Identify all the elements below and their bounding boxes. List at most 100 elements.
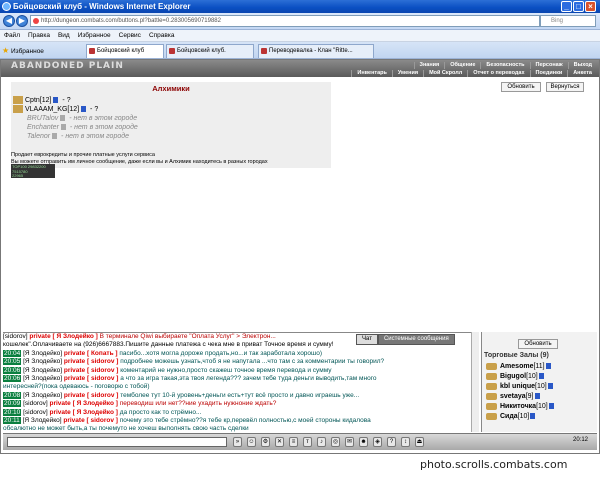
chat-sender[interactable]: [Я Злодейко] xyxy=(23,375,62,382)
menu-security[interactable]: Безопасность xyxy=(480,62,529,69)
close-button[interactable]: × xyxy=(585,1,596,12)
chat-input[interactable] xyxy=(7,437,227,447)
alchemist-row[interactable]: Enchanter - нет в этом городе xyxy=(13,123,138,132)
favorites-button[interactable]: ★ Избранное xyxy=(2,45,44,57)
alchemist-row[interactable]: Talenor - нет в этом городе xyxy=(13,132,129,141)
menu-bar: Файл Правка Вид Избранное Сервис Справка xyxy=(0,30,600,42)
tab-system-messages[interactable]: Системные сообщения xyxy=(377,334,455,345)
chat-sender[interactable]: [Я Злодейко] xyxy=(23,367,62,374)
chat-sender[interactable]: [Я Злодейко] xyxy=(23,392,62,399)
return-button[interactable]: Вернуться xyxy=(546,82,584,92)
chat-sender[interactable]: [sidorov] xyxy=(23,400,48,407)
chat-line: 20:05 [Я Злодейко] private [ sidorov ] п… xyxy=(3,358,473,366)
menu-file[interactable]: Файл xyxy=(0,30,24,42)
menu-tools[interactable]: Сервис xyxy=(115,30,145,42)
menu-exit[interactable]: Выход xyxy=(567,62,597,69)
user-list-item[interactable]: Сида[10] xyxy=(486,412,536,421)
filter-icon[interactable]: ≡ xyxy=(289,437,298,447)
translit-icon[interactable]: т xyxy=(303,437,312,447)
info-icon[interactable] xyxy=(60,115,66,122)
forward-nav-button[interactable]: ▶ xyxy=(16,15,28,27)
friends-icon[interactable]: ☻ xyxy=(359,437,368,447)
info-icon[interactable] xyxy=(545,363,551,370)
info-icon[interactable] xyxy=(53,97,59,104)
menu-knowledge[interactable]: Знания xyxy=(413,62,445,69)
info-icon[interactable] xyxy=(60,124,66,131)
menu-profile[interactable]: Анкета xyxy=(567,70,597,77)
user-list-item[interactable]: svetaya[9] xyxy=(486,392,540,401)
chat-sender[interactable]: [sidorov] xyxy=(23,409,48,416)
chat-sender[interactable]: [Я Злодейко] xyxy=(23,417,62,424)
clear-icon[interactable]: ✕ xyxy=(275,437,284,447)
refresh-button[interactable]: Обновить xyxy=(501,82,541,92)
chat-private-target[interactable]: private [ Я Злодейко ] xyxy=(49,409,117,416)
alchemist-badge-icon xyxy=(13,105,23,114)
menu-favorites[interactable]: Избранное xyxy=(74,30,115,42)
sound-icon[interactable]: ♪ xyxy=(317,437,326,447)
alchemist-name: Cptn xyxy=(25,97,40,104)
chat-scrollbar[interactable] xyxy=(471,332,479,432)
chat-private-target[interactable]: private [ Я Злодейко ] xyxy=(29,333,97,340)
menu-inventory[interactable]: Инвентарь xyxy=(351,70,391,77)
alchemist-row[interactable]: BRUTalov - нет в этом городе xyxy=(13,114,137,123)
rooms-refresh-button[interactable]: Обновить xyxy=(518,339,558,349)
chat-sender[interactable]: [Я Злодейко] xyxy=(23,350,62,357)
user-list-item[interactable]: Никиточка[10] xyxy=(486,402,554,411)
menu-edit[interactable]: Правка xyxy=(24,30,54,42)
back-nav-button[interactable]: ◀ xyxy=(3,15,15,27)
user-list-item[interactable]: Amesome[11] xyxy=(486,362,551,371)
smile-icon[interactable]: ☺ xyxy=(247,437,256,447)
menu-help[interactable]: Справка xyxy=(145,30,179,42)
tab-3[interactable]: Переводевалка - Клан "Ritte... xyxy=(258,44,374,58)
settings-icon[interactable]: ⚙ xyxy=(261,437,270,447)
mail-icon[interactable]: ✉ xyxy=(345,437,354,447)
info-icon[interactable] xyxy=(547,383,553,390)
info-icon[interactable] xyxy=(530,413,536,420)
tab-2[interactable]: Бойцовский клуб. xyxy=(166,44,254,58)
scroll-icon[interactable]: ↕ xyxy=(401,437,410,447)
chat-private-target[interactable]: private [ sidorov ] xyxy=(64,375,119,382)
alchemist-row[interactable]: Cptn[12] - ? xyxy=(13,96,71,105)
menu-skills[interactable]: Умения xyxy=(391,70,423,77)
chat-private-target[interactable]: private [ Я Злодейко ] xyxy=(49,400,117,407)
options-icon[interactable]: ◎ xyxy=(331,437,340,447)
info-icon[interactable] xyxy=(52,133,58,140)
site-icon xyxy=(33,18,39,24)
menu-fights[interactable]: Поединки xyxy=(529,70,568,77)
chat-sender[interactable]: [Я Злодейко] xyxy=(23,358,62,365)
info-icon[interactable] xyxy=(81,106,87,113)
menu-my-scroll[interactable]: Мой Скролл xyxy=(423,70,467,77)
exit-icon[interactable]: ⏏ xyxy=(415,437,424,447)
menu-character[interactable]: Персонаж xyxy=(529,62,568,69)
info-icon[interactable] xyxy=(548,403,554,410)
chat-private-target[interactable]: private [ sidorov ] xyxy=(63,417,118,424)
chat-private-target[interactable]: private [ sidorov ] xyxy=(64,367,119,374)
tab-1[interactable]: Бойцовский клуб xyxy=(86,44,164,58)
info-icon[interactable] xyxy=(538,373,544,380)
info-icon[interactable] xyxy=(534,393,540,400)
top100-counter[interactable]: TOP100 29832200 7515780 22965 xyxy=(11,164,55,178)
menu-communication[interactable]: Общение xyxy=(444,62,480,69)
chat-private-target[interactable]: private [ sidorov ] xyxy=(64,358,119,365)
map-icon[interactable]: ◈ xyxy=(373,437,382,447)
user-list-item[interactable]: Bigugol[10] xyxy=(486,372,544,381)
menu-transfer-report[interactable]: Отчет о переводах xyxy=(467,70,529,77)
address-bar: ◀ ▶ http://dungeon.combats.com/buttons.p… xyxy=(0,13,600,30)
send-icon[interactable]: » xyxy=(233,437,242,447)
maximize-button[interactable]: □ xyxy=(573,1,584,12)
alchemist-row[interactable]: VLAAAM_KG[12] - ? xyxy=(13,105,98,114)
user-name: Amesome xyxy=(500,363,534,370)
chat-sender[interactable]: [sidorov] xyxy=(3,333,28,340)
user-level: [9] xyxy=(525,393,534,400)
tab-chat[interactable]: Чат xyxy=(356,334,378,345)
minimize-button[interactable]: _ xyxy=(561,1,572,12)
help-icon[interactable]: ? xyxy=(387,437,396,447)
chat-private-target[interactable]: private [ Копать ] xyxy=(64,350,118,357)
tab-favicon xyxy=(169,48,175,54)
user-list-item[interactable]: kbl unique[10] xyxy=(486,382,553,391)
search-input[interactable]: Bing xyxy=(540,15,596,27)
menu-view[interactable]: Вид xyxy=(54,30,74,42)
url-input[interactable]: http://dungeon.combats.com/buttons.pl?ba… xyxy=(30,15,540,27)
chat-private-target[interactable]: private [ sidorov ] xyxy=(64,392,119,399)
room-title: Торговые Залы (9) xyxy=(484,352,549,359)
